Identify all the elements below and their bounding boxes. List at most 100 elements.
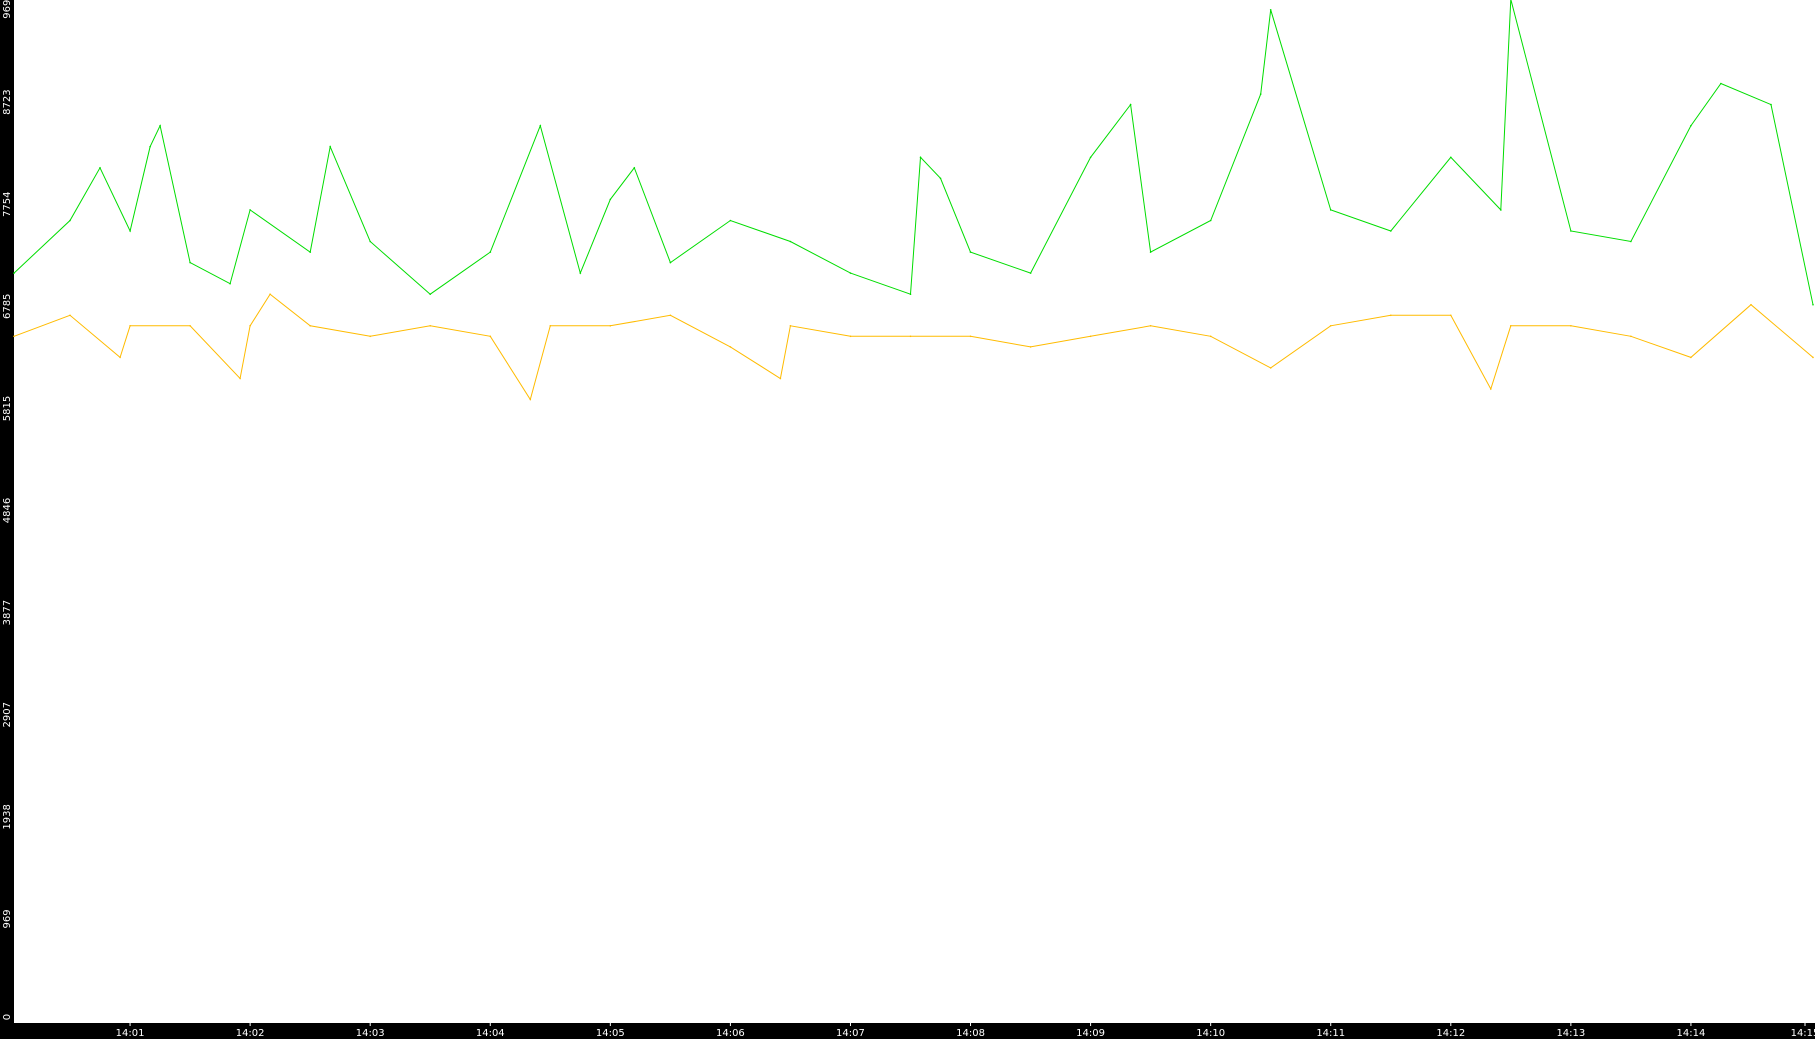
x-tick-label: 14:15: [1791, 1028, 1815, 1039]
data-point: [1329, 209, 1332, 211]
data-point: [909, 335, 912, 338]
data-point: [129, 230, 131, 232]
y-axis: 0 969 1938 2907 3877 4846 5815 6785 7754 8723 9693: [2, 0, 13, 1020]
y-tick-label: 8723: [2, 89, 13, 114]
data-point: [329, 145, 332, 148]
data-point: [1209, 335, 1212, 338]
y-tick-label: 6785: [2, 294, 13, 319]
x-tick-label: 14:03: [356, 1028, 385, 1039]
data-point: [849, 335, 852, 338]
data-point: [1630, 240, 1632, 243]
data-point: [1690, 356, 1692, 359]
x-tick-label: 14:02: [236, 1028, 265, 1039]
x-tick-label: 14:13: [1556, 1028, 1585, 1039]
data-point: [489, 335, 492, 338]
data-point: [789, 240, 792, 243]
data-point: [1630, 335, 1632, 338]
data-point: [149, 145, 151, 148]
data-point: [159, 124, 161, 127]
data-point: [69, 219, 71, 222]
data-point: [579, 272, 582, 274]
data-point: [1209, 219, 1212, 222]
data-point: [129, 325, 131, 327]
data-point: [1690, 124, 1692, 127]
data-point: [249, 209, 251, 211]
data-point: [909, 293, 912, 296]
data-point: [13, 335, 15, 338]
data-point: [609, 325, 612, 327]
data-point: [1029, 272, 1032, 274]
data-point: [1390, 314, 1392, 317]
data-point: [1720, 82, 1722, 85]
data-point: [1149, 325, 1152, 327]
y-tick-label: 7754: [2, 192, 13, 217]
x-tick-label: 14:04: [476, 1028, 505, 1039]
data-point: [729, 346, 732, 348]
data-point: [1450, 156, 1452, 159]
data-point: [369, 240, 372, 243]
x-axis: 14:01 14:02 14:03 14:04 14:05 14:06 14:07 14:08…: [116, 1023, 1815, 1039]
x-tick-label: 14:14: [1677, 1028, 1706, 1039]
data-point: [69, 314, 71, 317]
data-point: [1089, 156, 1092, 159]
data-point: [1390, 230, 1392, 232]
data-point: [13, 272, 15, 274]
data-point: [729, 219, 732, 222]
y-tick-label: 9693: [2, 0, 13, 19]
data-point: [1089, 335, 1092, 338]
data-point: [1570, 230, 1572, 232]
y-tick-label: 3877: [2, 600, 13, 625]
x-tick-label: 14:01: [116, 1028, 145, 1039]
data-point: [529, 398, 532, 401]
plot-area: [14, 0, 1815, 1023]
y-tick-label: 969: [2, 909, 13, 928]
data-point: [633, 167, 636, 169]
data-point: [1490, 388, 1492, 390]
data-point: [1450, 314, 1452, 317]
data-point: [189, 261, 191, 264]
data-point: [849, 272, 852, 274]
data-point: [1149, 251, 1152, 253]
data-point: [269, 293, 271, 296]
data-point: [229, 282, 231, 285]
data-point: [429, 325, 432, 327]
data-point: [99, 167, 101, 169]
data-point: [789, 325, 792, 327]
data-point: [669, 261, 672, 264]
data-point: [369, 335, 372, 338]
x-tick-label: 14:10: [1196, 1028, 1225, 1039]
data-point: [969, 335, 972, 338]
data-point: [119, 356, 121, 359]
data-point: [309, 251, 312, 253]
x-tick-label: 14:11: [1316, 1028, 1345, 1039]
data-point: [239, 377, 241, 380]
data-point: [669, 314, 672, 317]
data-point: [1269, 367, 1272, 369]
y-tick-label: 0: [2, 1014, 13, 1020]
data-point: [1770, 103, 1772, 106]
data-point: [549, 325, 552, 327]
x-tick-label: 14:05: [596, 1028, 625, 1039]
line-chart: 0 969 1938 2907 3877 4846 5815 6785 7754 8723 9693…: [2, 0, 1815, 1039]
data-point: [1259, 93, 1262, 95]
y-tick-label: 5815: [2, 396, 13, 421]
data-point: [189, 325, 191, 327]
x-tick-label: 14:08: [956, 1028, 985, 1039]
data-point: [249, 325, 251, 327]
data-point: [539, 124, 542, 127]
data-point: [969, 251, 972, 253]
x-tick-label: 14:06: [716, 1028, 745, 1039]
data-point: [1750, 303, 1752, 306]
data-point: [309, 325, 312, 327]
data-point: [489, 251, 492, 253]
data-point: [1129, 103, 1132, 106]
data-point: [1812, 303, 1814, 306]
x-tick-label: 14:12: [1436, 1028, 1465, 1039]
data-point: [939, 177, 942, 180]
x-tick-label: 14:09: [1076, 1028, 1105, 1039]
data-point: [1570, 325, 1572, 327]
data-point: [1812, 356, 1814, 359]
x-tick-label: 14:07: [836, 1028, 865, 1039]
chart-root: 0 969 1938 2907 3877 4846 5815 6785 7754 8723 9693…: [0, 0, 1815, 1039]
data-point: [1500, 209, 1502, 211]
